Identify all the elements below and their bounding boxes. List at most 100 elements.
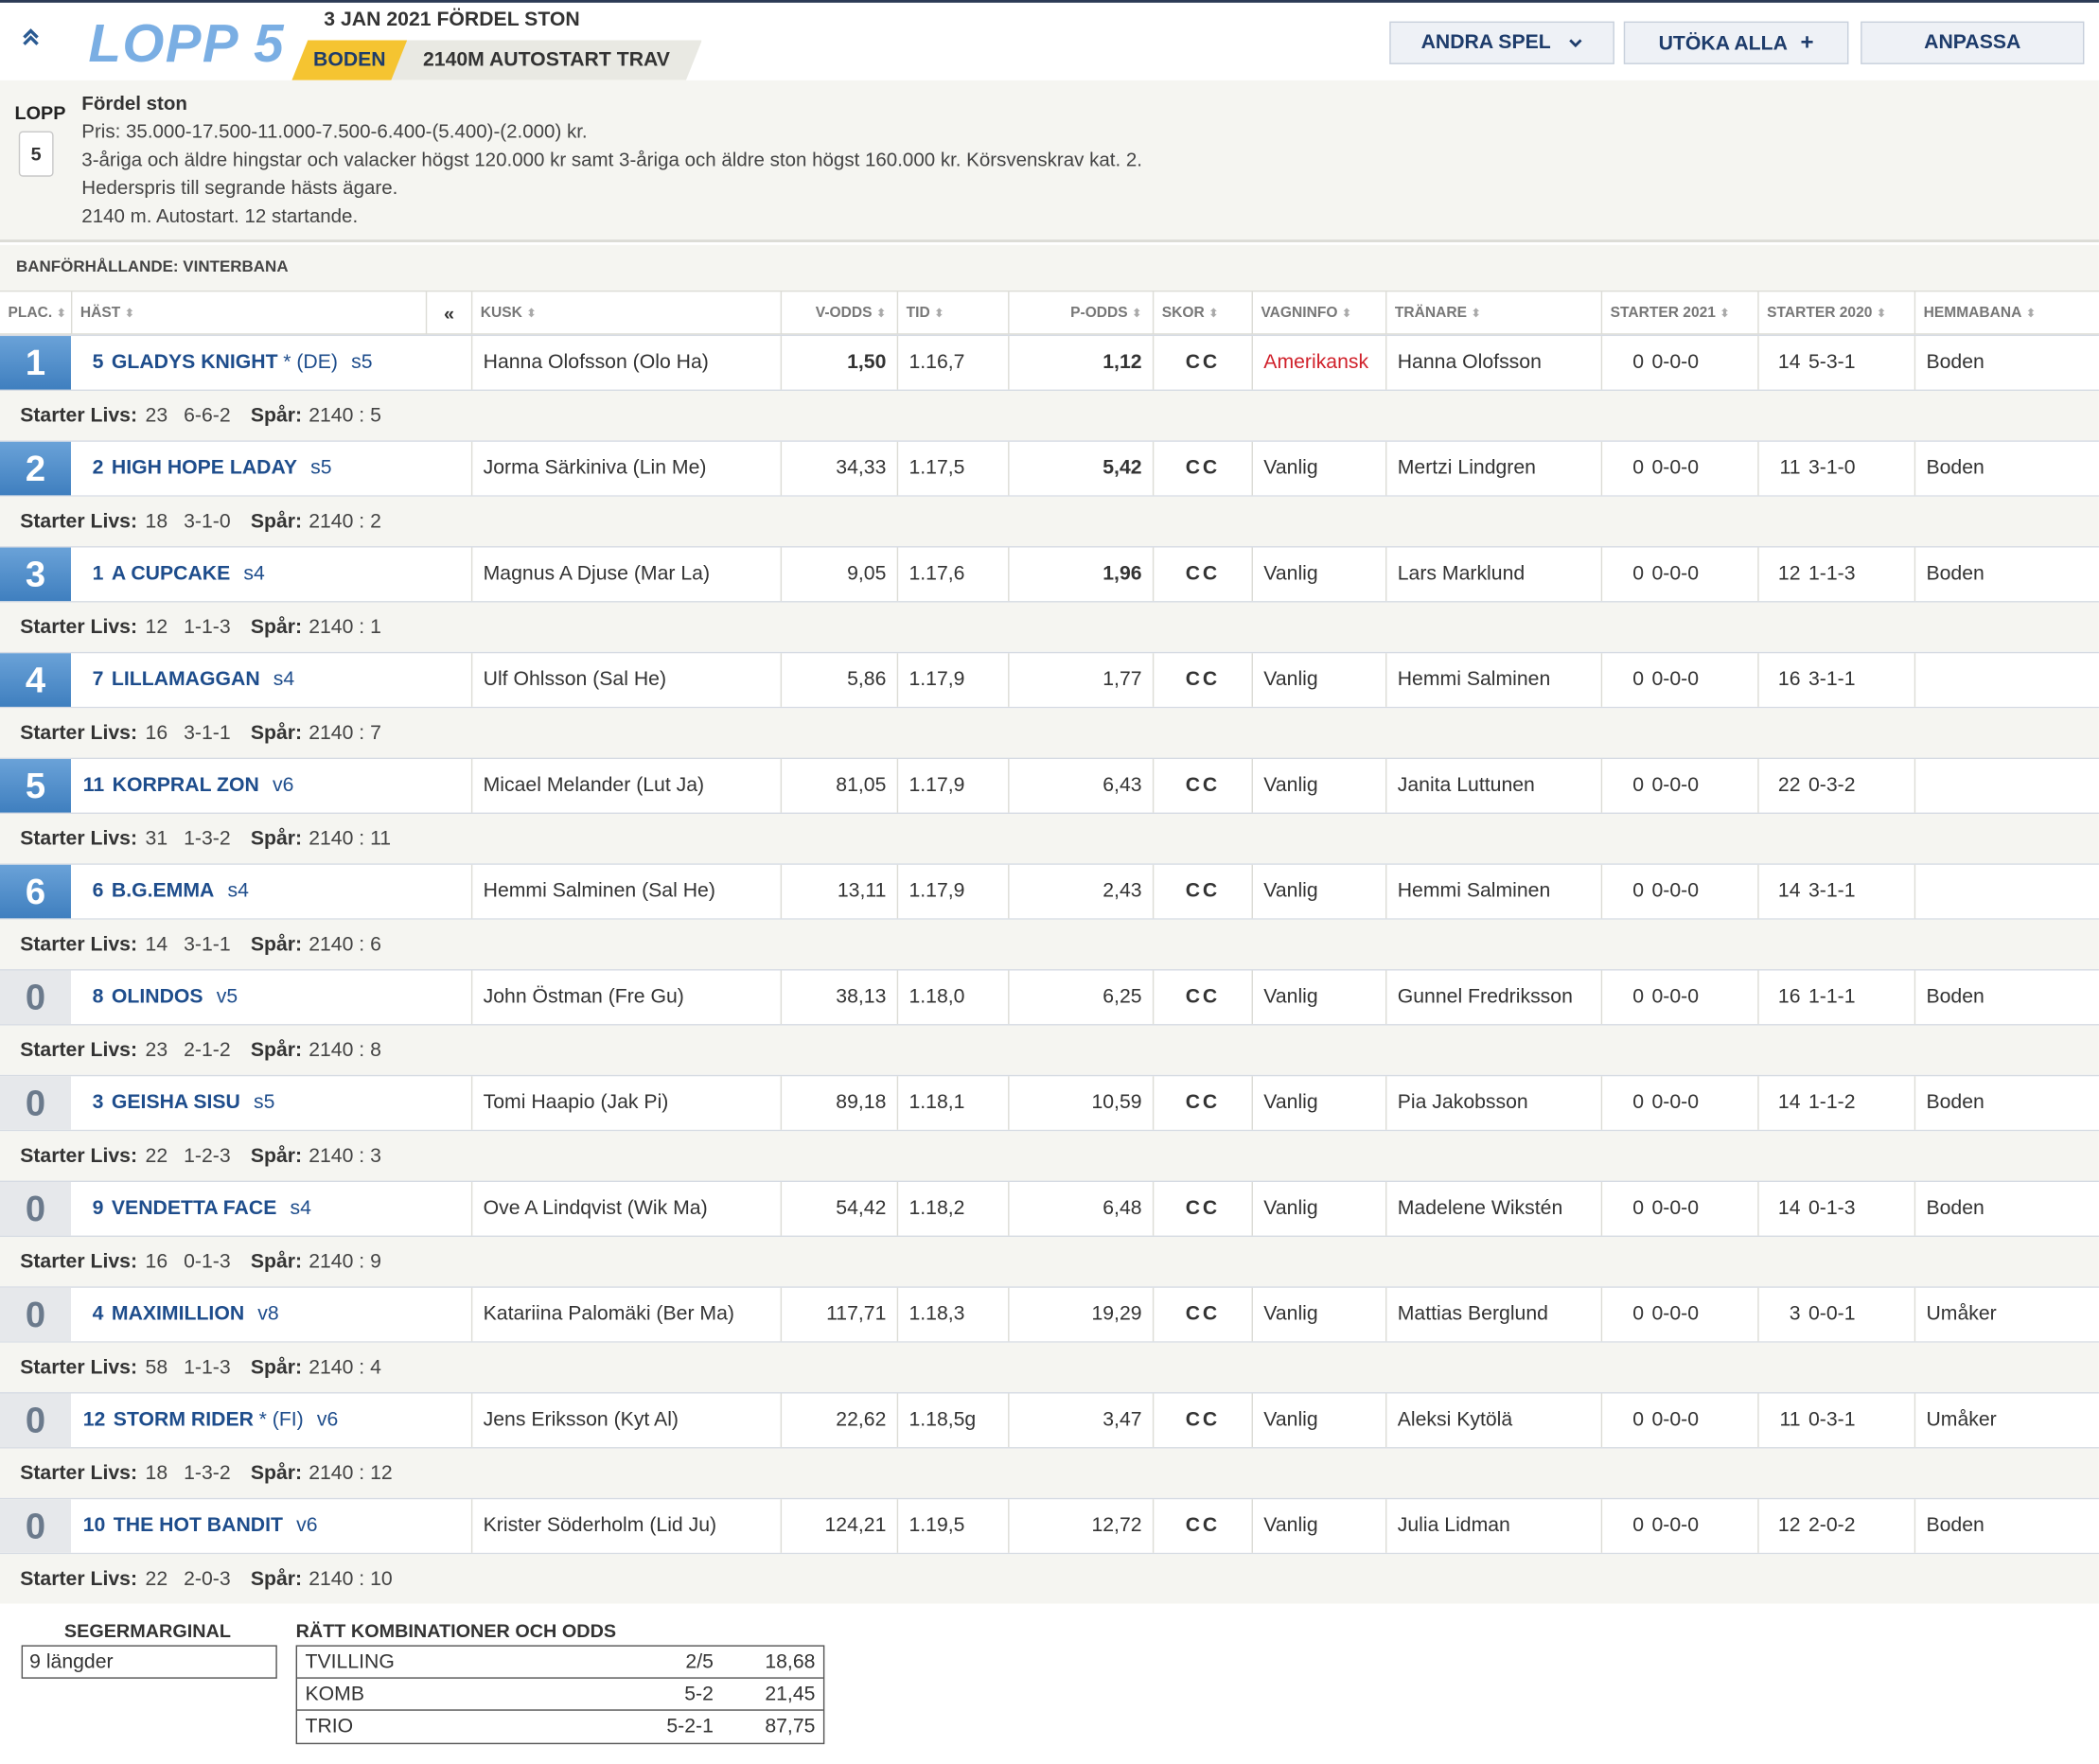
col-starter2020[interactable]: STARTER 2020 ⬍ [1759,291,1916,337]
placement-badge: 0 [0,1076,71,1130]
starter-2021: 0 0-0-0 [1602,441,1759,496]
col-hemmabana[interactable]: HEMMABANA ⬍ [1915,291,2099,336]
spar-value: 2140 : 1 [309,615,381,639]
starter-livs-label: Starter Livs: [20,721,138,745]
race-prize-line: Pris: 35.000-17.500-11.000-7.500-6.400-(… [81,121,588,144]
starter-2021-record: 0-0-0 [1651,773,1700,797]
col-podds[interactable]: P-ODDS ⬍ [1010,291,1155,337]
starter-2020-count: 12 [1777,562,1801,586]
horse-name-link[interactable]: 5 GLADYS KNIGHT * (DE) s5 [72,336,473,390]
horse-name-link[interactable]: 9 VENDETTA FACE s4 [72,1182,473,1236]
starter-2020-count: 11 [1779,456,1801,480]
driver-name: Katariina Palomäki (Ber Ma) [472,1287,783,1342]
race-title: LOPP 5 [88,14,285,74]
v-odds: 81,05 [782,759,899,813]
col-plac[interactable]: PLAC. ⬍ [0,291,73,337]
col-hast[interactable]: HÄST ⬍ [72,291,425,336]
row-details: Starter Livs: 22 1-2-3 Spår: 2140 : 3 [0,1131,2099,1181]
anpassa-button[interactable]: ANPASSA [1861,21,2085,64]
spar-label: Spår: [250,509,303,533]
livs-starts: 58 [145,1355,168,1379]
placement-badge: 0 [0,1287,71,1342]
utoka-alla-button[interactable]: UTÖKA ALLA + [1623,21,1849,64]
starter-2020: 11 0-3-1 [1759,1393,1916,1448]
starter-2020-count: 16 [1777,667,1801,691]
trainer-name: Pia Jakobsson [1386,1076,1603,1130]
placement-badge: 0 [0,970,71,1025]
col-tranare-label: TRÄNARE [1394,305,1467,322]
starter-2021-count: 0 [1632,1302,1645,1326]
horse-name-link[interactable]: 4 MAXIMILLION v8 [72,1287,473,1342]
driver-name: Hemmi Salminen (Sal He) [472,864,783,919]
shoe-info: CC [1154,1182,1253,1236]
col-kusk[interactable]: KUSK ⬍ [472,291,783,337]
horse-name: A CUPCAKE [111,562,231,586]
row-main: 0 9 VENDETTA FACE s4 Ove A Lindqvist (Wik Ma… [0,1180,2099,1237]
v-odds: 9,05 [782,547,899,602]
horse-name-link[interactable]: 11 KORPRAL ZON v6 [72,759,473,813]
col-starter2021[interactable]: STARTER 2021 ⬍ [1602,291,1759,337]
col-vagninfo[interactable]: VAGNINFO ⬍ [1253,291,1387,337]
start-number: 5 [92,350,104,374]
horse-name-link[interactable]: 12 STORM RIDER * (FI) v6 [72,1393,473,1448]
col-tranare[interactable]: TRÄNARE ⬍ [1386,291,1603,337]
horse-name-link[interactable]: 2 HIGH HOPE LADAY s5 [72,441,473,496]
starter-2021: 0 0-0-0 [1602,1499,1759,1553]
spar-label: Spår: [250,404,303,428]
placement-badge: 5 [0,759,71,813]
spar-value: 2140 : 12 [309,1461,393,1485]
row-details: Starter Livs: 16 3-1-1 Spår: 2140 : 7 [0,708,2099,758]
starter-2021: 0 0-0-0 [1602,759,1759,813]
start-number: 8 [92,985,104,1009]
v-odds: 13,11 [782,864,899,919]
horse-age: v6 [316,1408,339,1432]
result-summary: SEGERMARGINAL 9 längder RÄTT KOMBINATION… [0,1606,2099,1764]
col-hast-label: HÄST [79,305,121,322]
horse-name-link[interactable]: 3 GEISHA SISU s5 [72,1076,473,1130]
home-track: Boden [1926,1513,1984,1537]
horse-name-link[interactable]: 8 OLINDOS v5 [72,970,473,1025]
livs-record: 1-2-3 [184,1144,231,1168]
horse-name-link[interactable]: 1 A CUPCAKE s4 [72,547,473,602]
row-details: Starter Livs: 18 1-3-2 Spår: 2140 : 12 [0,1448,2099,1498]
row-main: 0 4 MAXIMILLION v8 Katariina Palomäki (Ber M… [0,1286,2099,1343]
starter-2021-count: 0 [1632,1513,1645,1537]
starter-2021-record: 0-0-0 [1651,1408,1700,1432]
horse-name: LILLAMAGGAN [111,667,260,691]
row-details: Starter Livs: 23 6-6-2 Spår: 2140 : 5 [0,391,2099,441]
p-odds: 6,43 [1010,759,1155,813]
starter-2021-record: 0-0-0 [1651,1302,1700,1326]
cart-info: Vanlig [1253,547,1387,602]
col-vodds[interactable]: V-ODDS ⬍ [782,291,899,337]
segermarginal-value: 9 längder [21,1645,277,1679]
livs-starts: 22 [145,1567,168,1591]
race-time: 1.18,0 [898,970,1010,1025]
starter-2021-record: 0-0-0 [1651,1513,1700,1537]
ratt-type: TRIO [305,1714,354,1738]
shoe-info: CC [1154,1287,1253,1342]
horse-name: KORPRAL ZON [112,773,259,797]
sort-icon: ⬍ [2025,306,2037,321]
starter-2020-record: 3-1-1 [1808,667,1856,691]
starter-livs-label: Starter Livs: [20,404,138,428]
horse-name-link[interactable]: 10 THE HOT BANDIT v6 [72,1499,473,1553]
ratt-combo: 5-2 [684,1683,714,1706]
starter-2020: 22 0-3-2 [1759,759,1916,813]
col-tid[interactable]: TID ⬍ [898,291,1010,337]
collapse-columns-icon[interactable]: « [425,291,473,337]
starter-2021-count: 0 [1632,667,1645,691]
col-skor[interactable]: SKOR ⬍ [1154,291,1253,337]
spar-value: 2140 : 4 [309,1355,381,1379]
plus-icon: + [1800,29,1814,55]
race-description: Fördel ston Pris: 35.000-17.500-11.000-7… [81,91,1142,232]
starter-livs-label: Starter Livs: [20,1250,138,1274]
shoe-info: CC [1154,970,1253,1025]
horse-name-link[interactable]: 6 B.G.EMMA s4 [72,864,473,919]
race-time: 1.16,7 [898,336,1010,390]
horse-name-link[interactable]: 7 LILLAMAGGAN s4 [72,653,473,707]
trainer-name: Julia Lidman [1386,1499,1603,1553]
horse-origin: * (FI) [258,1408,304,1432]
andra-spel-button[interactable]: ANDRA SPEL [1389,21,1614,64]
collapse-up-icon[interactable] [22,26,45,50]
placement-badge: 2 [0,441,71,496]
